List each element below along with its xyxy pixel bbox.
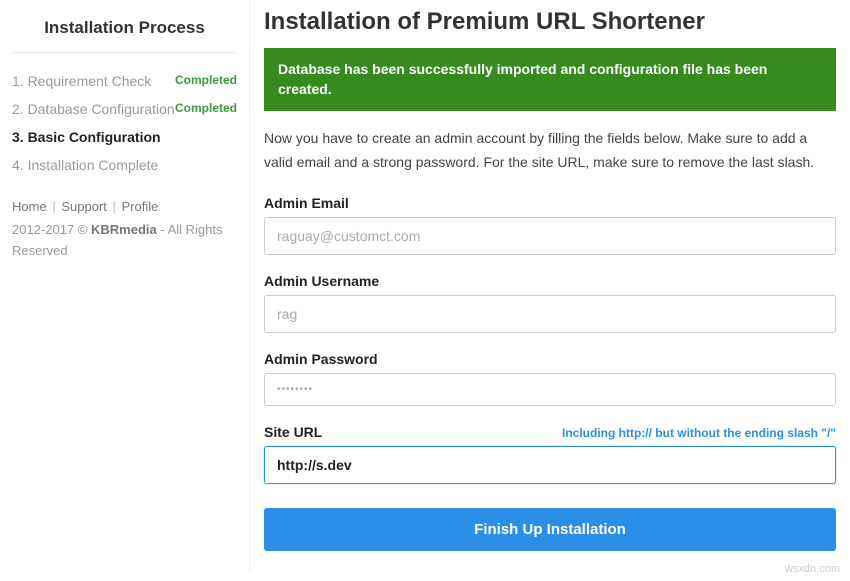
step-basic-configuration: 3. Basic Configuration <box>12 123 237 151</box>
admin-username-label: Admin Username <box>264 273 379 289</box>
watermark: wsxdn.com <box>785 563 840 575</box>
success-alert: Database has been successfully imported … <box>264 48 836 111</box>
admin-username-input[interactable] <box>264 295 836 333</box>
sidebar: Installation Process 1. Requirement Chec… <box>0 0 250 571</box>
separator: | <box>113 199 116 214</box>
step-label: 3. Basic Configuration <box>12 129 161 145</box>
home-link[interactable]: Home <box>12 199 47 214</box>
site-url-label: Site URL <box>264 424 322 440</box>
page-title: Installation of Premium URL Shortener <box>264 8 836 36</box>
sidebar-title: Installation Process <box>12 10 237 53</box>
copyright: 2012-2017 © KBRmedia - All Rights Reserv… <box>12 220 237 262</box>
step-database-configuration: 2. Database Configuration Completed <box>12 95 237 123</box>
site-url-input[interactable] <box>264 446 836 484</box>
step-status: Completed <box>175 73 237 87</box>
admin-password-group: Admin Password <box>264 351 836 406</box>
admin-email-input[interactable] <box>264 217 836 255</box>
step-label: 2. Database Configuration <box>12 101 175 117</box>
intro-text: Now you have to create an admin account … <box>264 127 836 175</box>
admin-email-label: Admin Email <box>264 195 349 211</box>
admin-username-group: Admin Username <box>264 273 836 333</box>
main-content: Installation of Premium URL Shortener Da… <box>250 0 850 571</box>
step-requirement-check: 1. Requirement Check Completed <box>12 67 237 95</box>
footer-links: Home | Support | Profile <box>12 199 237 214</box>
step-installation-complete: 4. Installation Complete <box>12 151 237 179</box>
step-status: Completed <box>175 101 237 115</box>
finish-installation-button[interactable]: Finish Up Installation <box>264 508 836 551</box>
site-url-hint: Including http:// but without the ending… <box>562 426 836 440</box>
admin-password-label: Admin Password <box>264 351 378 367</box>
step-label: 4. Installation Complete <box>12 157 158 173</box>
install-steps: 1. Requirement Check Completed 2. Databa… <box>12 67 237 179</box>
admin-email-group: Admin Email <box>264 195 836 255</box>
brand-name: KBRmedia <box>91 222 157 237</box>
support-link[interactable]: Support <box>61 199 107 214</box>
admin-password-input[interactable] <box>264 373 836 406</box>
step-label: 1. Requirement Check <box>12 73 151 89</box>
profile-link[interactable]: Profile <box>122 199 159 214</box>
separator: | <box>52 199 55 214</box>
site-url-group: Site URL Including http:// but without t… <box>264 424 836 484</box>
